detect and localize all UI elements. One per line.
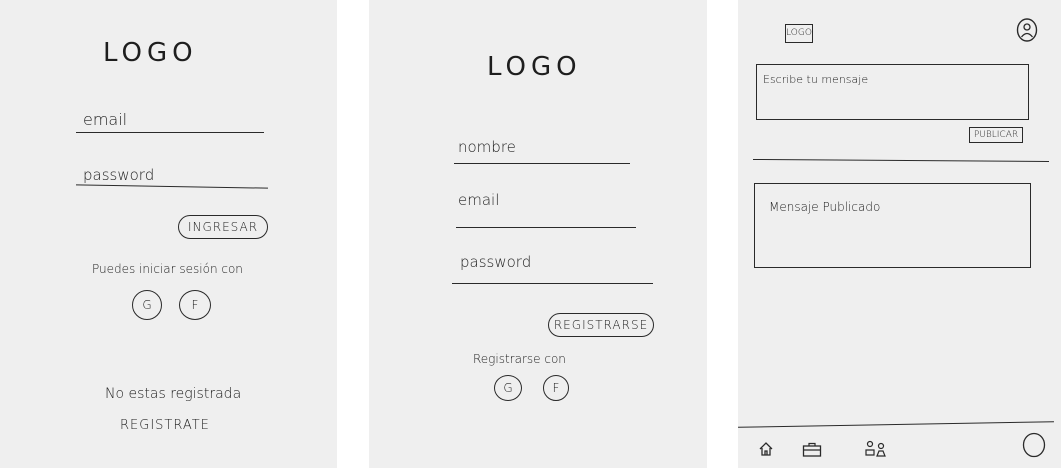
profile-icon[interactable]: [1016, 18, 1038, 42]
login-button[interactable]: INGRESAR: [178, 215, 268, 239]
compose-input[interactable]: Escribe tu mensaje: [756, 64, 1029, 120]
email-field-label: email: [458, 191, 500, 209]
home-icon[interactable]: [758, 441, 774, 461]
logo: LOGO: [785, 24, 813, 43]
not-registered-text: No estas registrada: [105, 386, 242, 402]
email-field[interactable]: [76, 132, 264, 133]
register-link[interactable]: REGISTRATE: [120, 418, 210, 433]
bottom-nav-divider: [738, 421, 1054, 428]
register-button[interactable]: REGISTRARSE: [548, 313, 654, 337]
publish-button[interactable]: PUBLICAR: [969, 127, 1023, 143]
password-field[interactable]: [76, 184, 268, 189]
published-message-card: Mensaje Publicado: [754, 183, 1031, 268]
group-icon[interactable]: [864, 440, 888, 462]
briefcase-icon[interactable]: [802, 442, 822, 461]
register-sketch: LOGO nombre email password REGISTRARSE R…: [369, 0, 707, 468]
divider: [753, 158, 1049, 163]
circle-icon[interactable]: [1022, 432, 1046, 462]
feed-sketch: LOGO Escribe tu mensaje PUBLICAR Mensaje…: [738, 0, 1061, 468]
email-field[interactable]: [456, 227, 636, 228]
logo: LOGO: [103, 38, 198, 68]
compose-placeholder: Escribe tu mensaje: [763, 73, 869, 86]
password-field-label: password: [83, 166, 155, 184]
login-sketch: LOGO email password INGRESAR Puedes inic…: [0, 0, 337, 468]
email-field-label: email: [83, 110, 128, 129]
google-register-button[interactable]: G: [494, 375, 522, 401]
facebook-login-button[interactable]: F: [179, 290, 211, 320]
facebook-register-button[interactable]: F: [543, 375, 569, 401]
password-field-label: password: [460, 253, 532, 271]
name-field[interactable]: [454, 163, 630, 164]
password-field[interactable]: [452, 283, 653, 284]
logo: LOGO: [487, 52, 582, 82]
name-field-label: nombre: [458, 138, 516, 156]
published-message-text: Mensaje Publicado: [769, 200, 881, 214]
google-login-button[interactable]: G: [132, 290, 162, 320]
social-register-text: Registrarse con: [473, 352, 566, 366]
social-login-text: Puedes iniciar sesión con: [92, 262, 243, 276]
